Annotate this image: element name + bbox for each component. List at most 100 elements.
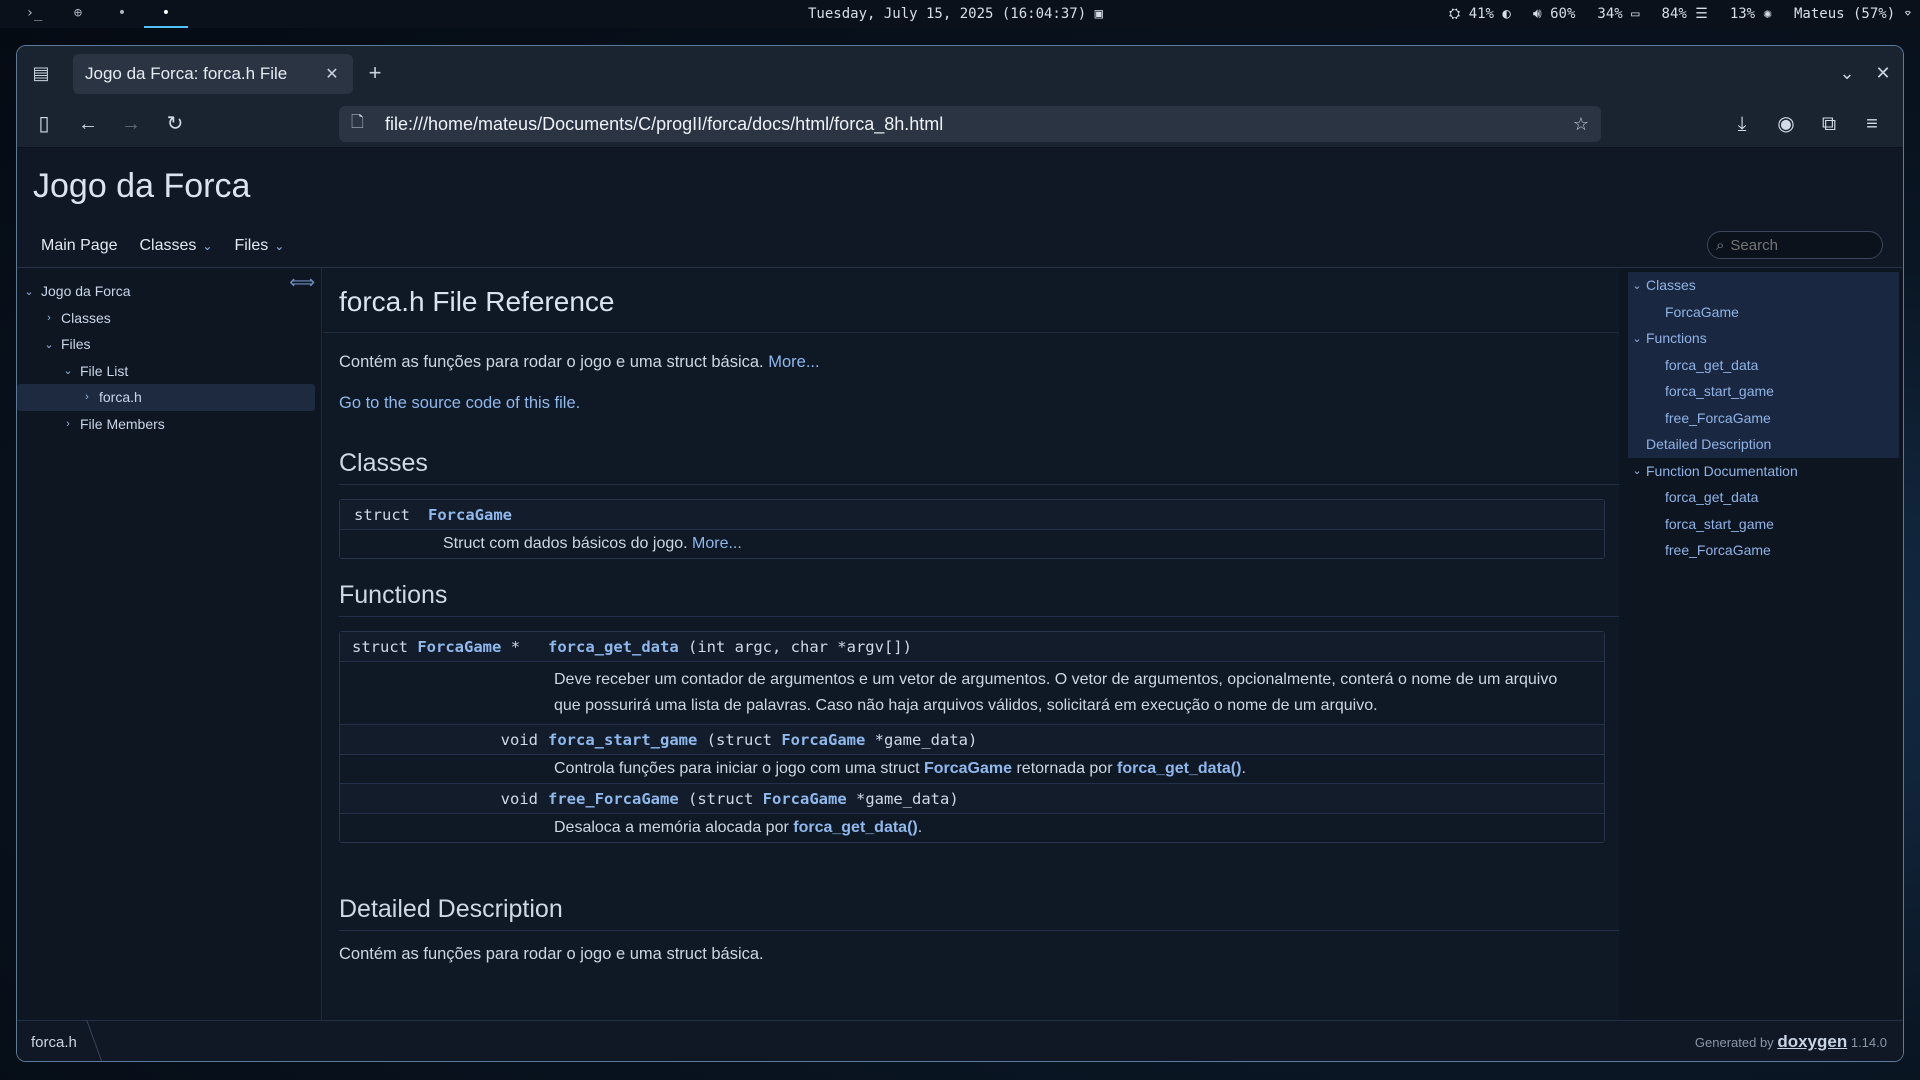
clock[interactable]: Tuesday, July 15, 2025 (16:04:37) ▣ [808, 0, 1103, 28]
workspace-web-icon[interactable]: ⊕ [56, 0, 100, 28]
address-bar[interactable]: 🗋 file:///home/mateus/Documents/C/progII… [339, 106, 1601, 142]
nav-main-page-label: Main Page [41, 236, 118, 254]
desc-text: . [917, 819, 923, 836]
bookmark-star-icon[interactable]: ☆ [1573, 114, 1589, 135]
tree-item-classes[interactable]: › Classes [17, 305, 321, 332]
tab-overview-icon[interactable]: ▤ [29, 61, 53, 85]
page-outline: ⌄ Classes ForcaGame ⌄ Functions forca_ge… [1620, 268, 1903, 1020]
class-more-link[interactable]: More... [692, 535, 742, 553]
nav-files[interactable]: Files ⌄ [234, 237, 284, 255]
workspace-4-active[interactable]: • [144, 0, 188, 28]
tree-label-classes: Classes [61, 309, 111, 326]
desc-type-link[interactable]: ForcaGame [924, 760, 1012, 777]
volume-indicator[interactable]: 🔊︎ 60% [1533, 0, 1576, 28]
volume-value: 60% [1550, 6, 1576, 22]
resize-handle-icon[interactable]: ⟺ [289, 272, 315, 293]
function-link-forca-get-data[interactable]: forca_get_data [548, 638, 679, 656]
tree-label-root: Jogo da Forca [41, 283, 131, 300]
outline-label: ForcaGame [1665, 303, 1739, 320]
account-icon[interactable]: ◉ [1773, 112, 1799, 136]
breadcrumb[interactable]: forca.h [31, 1034, 99, 1051]
outline-label: forca_get_data [1665, 356, 1759, 373]
more-link[interactable]: More... [768, 353, 819, 371]
function-link-free-forcagame[interactable]: free_ForcaGame [548, 790, 679, 808]
outline-item[interactable]: forca_get_data [1628, 484, 1899, 511]
outline-item[interactable]: forca_get_data [1628, 352, 1899, 379]
outline-item[interactable]: free_ForcaGame [1628, 537, 1899, 564]
return-pointer: * [510, 637, 521, 656]
memory-indicator[interactable]: 84% ☰ [1662, 0, 1708, 28]
chevron-down-icon[interactable]: ⌄ [41, 338, 57, 351]
outline-item[interactable]: free_ForcaGame [1628, 405, 1899, 432]
outline-item[interactable]: forca_start_game [1628, 378, 1899, 405]
outline-item[interactable]: ForcaGame [1628, 299, 1899, 326]
tree-item-files[interactable]: ⌄ Files [17, 331, 321, 358]
chevron-down-icon[interactable]: ⌄ [1628, 332, 1646, 345]
function-link-forca-start-game[interactable]: forca_start_game [548, 731, 697, 749]
nav-classes[interactable]: Classes ⌄ [140, 237, 213, 255]
reload-icon[interactable]: ↻ [162, 112, 188, 136]
outline-label: Classes [1646, 277, 1696, 294]
function-args-open: (struct [706, 730, 772, 749]
functions-table: struct ForcaGame * forca_get_data (int a… [339, 631, 1605, 843]
tab-close-icon[interactable]: ✕ [323, 64, 341, 84]
return-keyword: struct [352, 637, 408, 656]
new-tab-icon[interactable]: + [363, 61, 387, 85]
menu-icon[interactable]: ≡ [1859, 112, 1885, 136]
tab-list-chevron-icon[interactable]: ⌄ [1835, 61, 1859, 85]
doxygen-link[interactable]: doxygen [1777, 1032, 1847, 1051]
tree-item-forca-h[interactable]: › forca.h [17, 384, 315, 411]
workspace-3[interactable]: • [100, 0, 144, 28]
function-desc-row: Controla funções para iniciar o jogo com… [340, 755, 1604, 784]
cpu-icon: ✺ [1755, 6, 1772, 22]
chevron-down-icon[interactable]: ⌄ [21, 285, 37, 298]
extensions-icon[interactable]: ⧉ [1816, 112, 1842, 136]
workspace-terminal-icon[interactable]: ›_ [12, 0, 56, 28]
brightness-indicator[interactable]: ⛭ 41% ◐ [1449, 0, 1511, 28]
return-type-link[interactable]: ForcaGame [417, 638, 501, 656]
chevron-right-icon[interactable]: › [60, 418, 76, 430]
cpu-indicator[interactable]: 13% ✺ [1730, 0, 1772, 28]
tree-item-file-members[interactable]: › File Members [17, 411, 321, 438]
doc-top-nav: Main Page Classes ⌄ Files ⌄ ⌕ [17, 224, 1903, 268]
function-args: (int argc, char *argv[]) [688, 637, 912, 656]
outline-detailed[interactable]: Detailed Description [1628, 431, 1899, 458]
back-icon[interactable]: ← [75, 112, 101, 136]
desc-function-link[interactable]: forca_get_data() [793, 819, 917, 836]
chevron-down-icon[interactable]: ⌄ [60, 364, 76, 377]
battery-indicator[interactable]: 34% ▭ [1597, 0, 1639, 28]
detailed-description-heading: Detailed Description [339, 895, 1619, 931]
class-link-forcagame[interactable]: ForcaGame [428, 506, 512, 524]
chevron-right-icon[interactable]: › [41, 312, 57, 324]
chevron-down-icon[interactable]: ⌄ [1628, 464, 1646, 477]
arg-type-link[interactable]: ForcaGame [763, 790, 847, 808]
url-text[interactable]: file:///home/mateus/Documents/C/progII/f… [373, 114, 1573, 135]
doc-search[interactable]: ⌕ [1707, 231, 1883, 259]
memory-icon: ☰ [1686, 6, 1708, 22]
outline-function-doc[interactable]: ⌄ Function Documentation [1628, 458, 1899, 485]
outline-item[interactable]: forca_start_game [1628, 511, 1899, 538]
nav-main-page[interactable]: Main Page [41, 237, 118, 255]
outline-classes[interactable]: ⌄ Classes [1628, 272, 1899, 299]
network-indicator[interactable]: Mateus (57%) ⌔ [1794, 0, 1912, 28]
tree-item-root[interactable]: ⌄ Jogo da Forca [17, 278, 321, 305]
chevron-down-icon[interactable]: ⌄ [1628, 279, 1646, 292]
nav-classes-label: Classes [139, 236, 197, 254]
tree-item-file-list[interactable]: ⌄ File List [17, 358, 321, 385]
search-input[interactable] [1730, 236, 1861, 254]
source-code-link[interactable]: Go to the source code of this file. [339, 394, 580, 412]
desc-text: Controla funções para iniciar o jogo com… [554, 760, 920, 777]
downloads-icon[interactable]: ⤓ [1729, 112, 1755, 136]
sidebar-toggle-icon[interactable]: ▯ [31, 112, 57, 136]
forward-icon[interactable]: → [118, 112, 144, 136]
function-desc-row: Desaloca a memória alocada por forca_get… [340, 814, 1604, 842]
window-close-icon[interactable]: ✕ [1871, 61, 1895, 85]
desc-text: retornada por [1016, 760, 1113, 777]
arg-type-link[interactable]: ForcaGame [781, 731, 865, 749]
tab-active[interactable]: Jogo da Forca: forca.h File ✕ [73, 54, 353, 94]
function-desc-text: Deve receber um contador de argumentos e… [554, 671, 1558, 714]
outline-label: Functions [1646, 330, 1707, 347]
outline-functions[interactable]: ⌄ Functions [1628, 325, 1899, 352]
chevron-right-icon[interactable]: › [79, 391, 95, 403]
desc-function-link[interactable]: forca_get_data() [1117, 760, 1241, 777]
